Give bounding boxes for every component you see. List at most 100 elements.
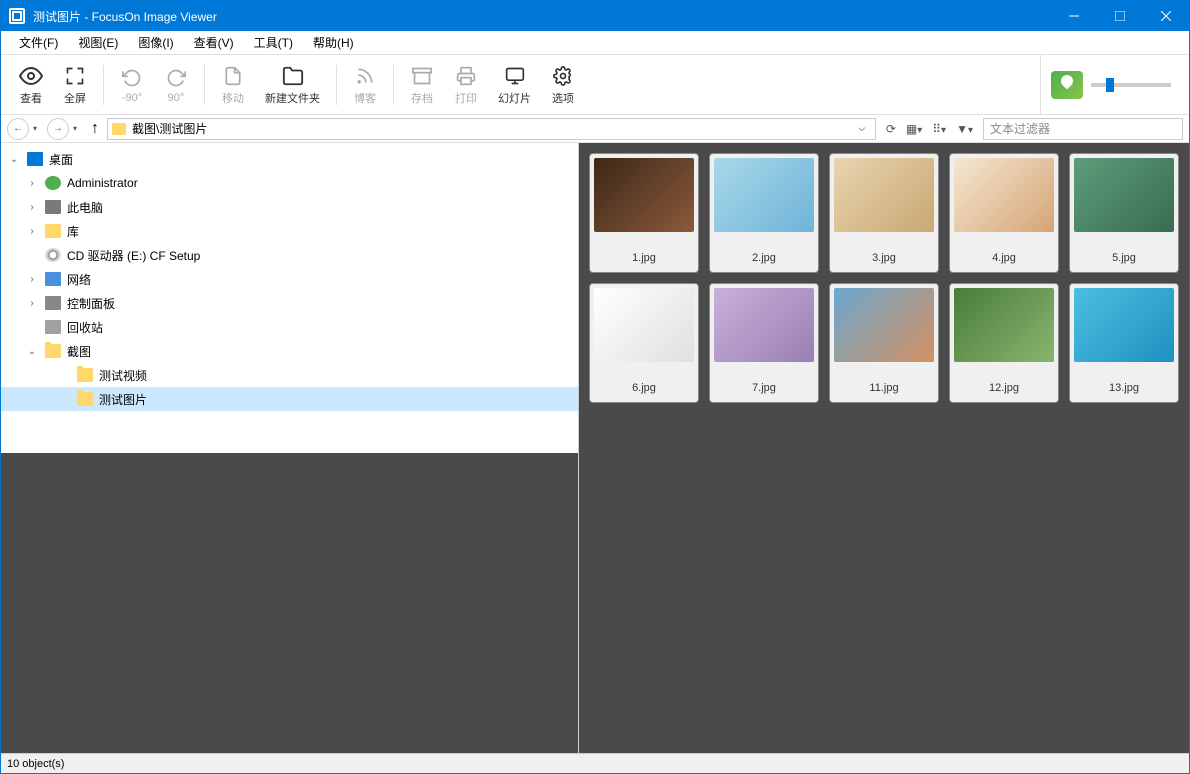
tree-label: CD 驱动器 (E:) CF Setup — [67, 247, 200, 264]
thumbnail-label: 2.jpg — [752, 252, 776, 268]
maximize-button[interactable] — [1097, 1, 1143, 31]
thumbnail-image — [954, 158, 1054, 232]
tool-move[interactable]: 移动 — [213, 59, 253, 111]
tree-lib[interactable]: ›库 — [1, 219, 578, 243]
tool-slideshow-label: 幻灯片 — [498, 90, 531, 106]
nav-forward-dropdown[interactable]: ▾ — [73, 124, 83, 133]
nav-back-dropdown[interactable]: ▾ — [33, 124, 43, 133]
menu-file[interactable]: 文件(F) — [9, 31, 68, 54]
thumbnail-item[interactable]: 5.jpg — [1069, 153, 1179, 273]
tool-rotate-left[interactable]: -90° — [112, 59, 152, 111]
print-icon — [454, 64, 478, 88]
path-input[interactable]: 截图\测试图片 ⌵ — [107, 118, 876, 140]
tool-options[interactable]: 选项 — [543, 59, 583, 111]
tool-move-label: 移动 — [222, 90, 244, 106]
thumbnail-item[interactable]: 2.jpg — [709, 153, 819, 273]
chevron-right-icon: › — [25, 298, 39, 309]
tool-rotate-right[interactable]: 90° — [156, 59, 196, 111]
tree-admin[interactable]: ›Administrator — [1, 171, 578, 195]
tree-desktop[interactable]: ⌄桌面 — [1, 147, 578, 171]
zoom-slider[interactable] — [1091, 83, 1171, 87]
thumbnail-image — [834, 158, 934, 232]
tool-print[interactable]: 打印 — [446, 59, 486, 111]
nav-forward-button[interactable]: → — [47, 118, 69, 140]
menu-image[interactable]: 图像(I) — [128, 31, 183, 54]
tool-slideshow[interactable]: 幻灯片 — [490, 59, 539, 111]
tree-cd[interactable]: CD 驱动器 (E:) CF Setup — [1, 243, 578, 267]
window-title: 测试图片 - FocusOn Image Viewer — [33, 8, 1051, 25]
titlebar: 测试图片 - FocusOn Image Viewer — [1, 1, 1189, 31]
tool-rotright-label: 90° — [168, 92, 185, 104]
addressbar: ← ▾ → ▾ ↑ 截图\测试图片 ⌵ ⟳ ▦▾ ⠿▾ ▼▾ 文本过滤器 — [1, 115, 1189, 143]
tree-cp[interactable]: ›控制面板 — [1, 291, 578, 315]
filter-placeholder: 文本过滤器 — [990, 120, 1050, 137]
thumbnail-label: 6.jpg — [632, 382, 656, 398]
rotate-left-icon — [120, 66, 144, 90]
rss-icon — [353, 64, 377, 88]
view-grid-button[interactable]: ▦▾ — [904, 120, 924, 138]
thumbnail-label: 7.jpg — [752, 382, 776, 398]
path-dropdown[interactable]: ⌵ — [853, 123, 871, 134]
flower-icon[interactable] — [1051, 71, 1083, 99]
thumbnail-item[interactable]: 3.jpg — [829, 153, 939, 273]
tree-bin[interactable]: 回收站 — [1, 315, 578, 339]
thumbnail-item[interactable]: 11.jpg — [829, 283, 939, 403]
thumbnail-item[interactable]: 4.jpg — [949, 153, 1059, 273]
nav-up-button[interactable]: ↑ — [87, 121, 103, 137]
library-icon — [45, 224, 61, 238]
main-area: ⌄桌面 ›Administrator ›此电脑 ›库 CD 驱动器 (E:) C… — [1, 143, 1189, 753]
thumbnail-item[interactable]: 12.jpg — [949, 283, 1059, 403]
tree-net[interactable]: ›网络 — [1, 267, 578, 291]
thumbnail-label: 4.jpg — [992, 252, 1016, 268]
tree-testimage[interactable]: 测试图片 — [1, 387, 578, 411]
menu-look[interactable]: 查看(V) — [184, 31, 244, 54]
thumbnail-panel: 1.jpg 2.jpg 3.jpg 4.jpg 5.jpg 6.jpg 7.jpg 11.jp… — [579, 143, 1189, 753]
tool-blog[interactable]: 博客 — [345, 59, 385, 111]
filter-button[interactable]: ▼▾ — [954, 120, 975, 138]
menu-help[interactable]: 帮助(H) — [303, 31, 364, 54]
thumbnail-label: 11.jpg — [869, 382, 898, 398]
tree-thispc[interactable]: ›此电脑 — [1, 195, 578, 219]
chevron-right-icon: › — [25, 226, 39, 237]
refresh-button[interactable]: ⟳ — [884, 120, 898, 138]
tree-label: 测试视频 — [99, 367, 147, 384]
folder-icon — [77, 392, 93, 406]
thumbnail-item[interactable]: 6.jpg — [589, 283, 699, 403]
fullscreen-icon — [63, 64, 87, 88]
view-dots-button[interactable]: ⠿▾ — [930, 120, 948, 138]
tool-archive[interactable]: 存档 — [402, 59, 442, 111]
tool-view[interactable]: 查看 — [11, 59, 51, 111]
tree-screenshot[interactable]: ⌄截图 — [1, 339, 578, 363]
thumbnail-image — [714, 288, 814, 362]
thumbnail-image — [594, 158, 694, 232]
tree-testvideo[interactable]: 测试视频 — [1, 363, 578, 387]
archive-icon — [410, 64, 434, 88]
nav-back-button[interactable]: ← — [7, 118, 29, 140]
folder-icon — [45, 344, 61, 358]
filter-input[interactable]: 文本过滤器 — [983, 118, 1183, 140]
sidebar: ⌄桌面 ›Administrator ›此电脑 ›库 CD 驱动器 (E:) C… — [1, 143, 579, 753]
control-panel-icon — [45, 296, 61, 310]
toolbar-separator — [103, 65, 104, 105]
tool-options-label: 选项 — [552, 90, 574, 106]
tool-fullscreen-label: 全屏 — [64, 90, 86, 106]
status-text: 10 object(s) — [7, 758, 64, 770]
menu-view[interactable]: 视图(E) — [68, 31, 128, 54]
close-button[interactable] — [1143, 1, 1189, 31]
statusbar: 10 object(s) — [1, 753, 1189, 773]
minimize-button[interactable] — [1051, 1, 1097, 31]
menu-tools[interactable]: 工具(T) — [244, 31, 303, 54]
thumbnail-item[interactable]: 7.jpg — [709, 283, 819, 403]
thumbnail-label: 13.jpg — [1109, 382, 1139, 398]
thumbnail-item[interactable]: 1.jpg — [589, 153, 699, 273]
tool-newfolder-label: 新建文件夹 — [265, 90, 320, 106]
thumbnail-label: 1.jpg — [632, 252, 656, 268]
folder-icon — [77, 368, 93, 382]
tool-newfolder[interactable]: 新建文件夹 — [257, 59, 328, 111]
tool-print-label: 打印 — [455, 90, 477, 106]
thumbnail-item[interactable]: 13.jpg — [1069, 283, 1179, 403]
slider-thumb[interactable] — [1106, 78, 1114, 92]
chevron-right-icon: › — [25, 202, 39, 213]
toolbar-right — [1040, 55, 1181, 114]
tool-fullscreen[interactable]: 全屏 — [55, 59, 95, 111]
